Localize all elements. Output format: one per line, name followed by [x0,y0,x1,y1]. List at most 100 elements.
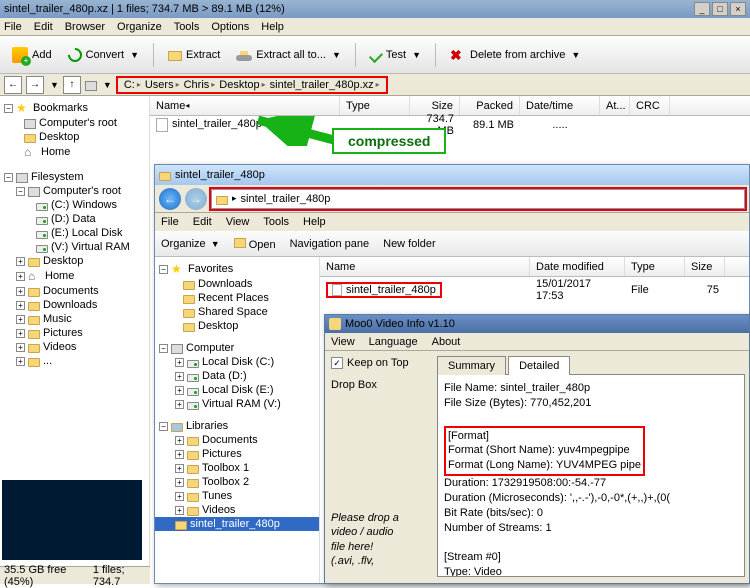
tree-music[interactable]: +Music [0,312,149,326]
drive-icon [187,374,199,382]
chevron-down-icon[interactable]: ▼ [50,80,59,90]
crumb-users[interactable]: Users▸ [145,79,180,91]
tree-ldc[interactable]: +Local Disk (C:) [155,355,319,369]
col-name[interactable]: Name ◂ [150,96,340,115]
tab-summary[interactable]: Summary [437,356,506,375]
tree-downloads[interactable]: +Downloads [0,298,149,312]
tree-home2[interactable]: +⌂Home [0,268,149,284]
col-size[interactable]: Size [685,257,725,276]
tree-comproot2[interactable]: −Computer's root [0,184,149,198]
tree-vrv[interactable]: +Virtual RAM (V:) [155,397,319,411]
up-button[interactable]: ↑ [63,76,81,94]
tree-ltunes[interactable]: +Tunes [155,489,319,503]
exp-menu-help[interactable]: Help [303,216,326,228]
folder-open-icon [234,238,246,248]
tree-desktop[interactable]: Desktop [0,130,149,144]
moo-menu-view[interactable]: View [331,336,355,348]
tree-downloads[interactable]: Downloads [155,277,319,291]
col-type[interactable]: Type [340,96,410,115]
back-button[interactable]: ← [159,188,181,210]
moo-menu-language[interactable]: Language [369,336,418,348]
tree-desktop2[interactable]: +Desktop [0,254,149,268]
add-button[interactable]: Add [6,43,58,67]
col-date[interactable]: Date modified [530,257,625,276]
open-button[interactable]: Open [234,238,276,251]
tree-pictures[interactable]: +Pictures [0,326,149,340]
minimize-button[interactable]: _ [694,2,710,16]
tree-cwin[interactable]: (C:) Windows [0,198,149,212]
tree-filesystem[interactable]: −Filesystem [0,170,149,184]
tree-documents[interactable]: +Documents [0,284,149,298]
tree-bookmarks[interactable]: −★Bookmarks [0,100,149,116]
menu-options[interactable]: Options [211,21,249,33]
extract-all-button[interactable]: Extract all to...▼ [230,45,347,65]
tree-tb1[interactable]: +Toolbox 1 [155,461,319,475]
computer-icon[interactable] [85,81,97,91]
exp-menu-file[interactable]: File [161,216,179,228]
back-button[interactable]: ← [4,76,22,94]
tree-selected[interactable]: sintel_trailer_480p [155,517,319,531]
col-at[interactable]: At... [600,96,630,115]
tree-libraries[interactable]: −Libraries [155,419,319,433]
menu-help[interactable]: Help [261,21,284,33]
navpane-button[interactable]: Navigation pane [290,238,370,250]
exp-menu-tools[interactable]: Tools [263,216,289,228]
keep-on-top-checkbox[interactable]: ✓Keep on Top [331,357,427,369]
crumb-chris[interactable]: Chris▸ [184,79,216,91]
explorer-path[interactable]: ▸ sintel_trailer_480p [211,189,745,209]
drop-box[interactable] [331,401,427,501]
exp-menu-edit[interactable]: Edit [193,216,212,228]
tree-lpics[interactable]: +Pictures [155,447,319,461]
menu-file[interactable]: File [4,21,22,33]
col-type[interactable]: Type [625,257,685,276]
tree-favorites[interactable]: −★Favorites [155,261,319,277]
col-crc[interactable]: CRC [630,96,670,115]
crumb-c[interactable]: C:▸ [124,79,141,91]
tree-recent[interactable]: Recent Places [155,291,319,305]
tree-videos[interactable]: +Videos [0,340,149,354]
col-datetime[interactable]: Date/time [520,96,600,115]
moo-menu-about[interactable]: About [432,336,461,348]
exp-menu-view[interactable]: View [226,216,250,228]
organize-button[interactable]: Organize ▼ [161,238,220,250]
delete-button[interactable]: ✖Delete from archive▼ [444,43,586,67]
tab-detailed[interactable]: Detailed [508,356,570,375]
menu-browser[interactable]: Browser [65,21,105,33]
tree-ddata[interactable]: (D:) Data [0,212,149,226]
newfolder-button[interactable]: New folder [383,238,436,250]
menu-edit[interactable]: Edit [34,21,53,33]
tree-more[interactable]: +... [0,354,149,368]
tree-lvids[interactable]: +Videos [155,503,319,517]
crumb-desktop[interactable]: Desktop▸ [219,79,265,91]
moo-info-text[interactable]: File Name: sintel_trailer_480p File Size… [437,375,745,577]
tree-shared[interactable]: Shared Space [155,305,319,319]
chevron-down-icon[interactable]: ▼ [103,80,112,90]
forward-button[interactable]: → [185,188,207,210]
forward-button[interactable]: → [26,76,44,94]
tree-dd[interactable]: +Data (D:) [155,369,319,383]
tree-comproot[interactable]: Computer's root [0,116,149,130]
maximize-button[interactable]: □ [712,2,728,16]
extract-button[interactable]: Extract [162,44,226,65]
convert-button[interactable]: Convert▼ [62,44,145,66]
tree-computer[interactable]: −Computer [155,341,319,355]
tree-ldocs[interactable]: +Documents [155,433,319,447]
tree-vram[interactable]: (V:) Virtual RAM [0,240,149,254]
file-row[interactable]: sintel_trailer_480p 734.7 MB 89.1 MB ...… [150,116,750,134]
col-name[interactable]: Name [320,257,530,276]
explorer-titlebar[interactable]: sintel_trailer_480p [155,165,749,185]
col-packed[interactable]: Packed [460,96,520,115]
moo-titlebar[interactable]: Moo0 Video Info v1.10 [325,315,749,333]
crumb-file[interactable]: sintel_trailer_480p.xz▸ [270,79,380,91]
main-toolbar: Add Convert▼ Extract Extract all to...▼ … [0,36,750,74]
tree-tb2[interactable]: +Toolbox 2 [155,475,319,489]
test-button[interactable]: Test▼ [364,45,427,65]
tree-elocal[interactable]: (E:) Local Disk [0,226,149,240]
menu-tools[interactable]: Tools [174,21,200,33]
tree-tdesktop[interactable]: Desktop [155,319,319,333]
close-button[interactable]: × [730,2,746,16]
tree-home[interactable]: ⌂Home [0,144,149,160]
tree-lde[interactable]: +Local Disk (E:) [155,383,319,397]
menu-organize[interactable]: Organize [117,21,162,33]
explorer-file-row[interactable]: sintel_trailer_480p 15/01/2017 17:53 Fil… [320,281,749,299]
